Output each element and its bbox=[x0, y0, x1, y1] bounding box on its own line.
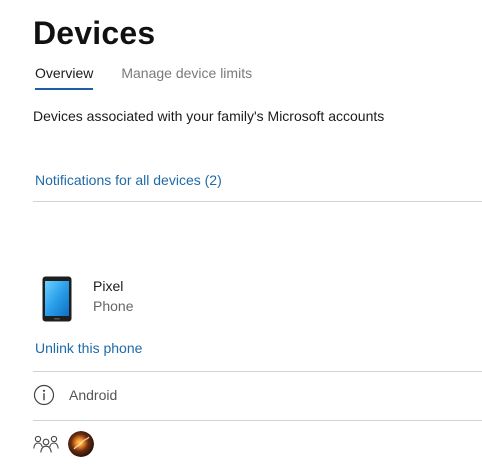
notifications-link[interactable]: Notifications for all devices (2) bbox=[35, 171, 222, 189]
info-icon bbox=[33, 384, 55, 406]
page-description: Devices associated with your family's Mi… bbox=[33, 108, 385, 124]
avatar[interactable] bbox=[68, 431, 94, 457]
divider bbox=[33, 201, 482, 202]
device-os: Android bbox=[69, 387, 118, 403]
phone-icon bbox=[42, 276, 72, 322]
tab-overview[interactable]: Overview bbox=[35, 64, 94, 90]
divider bbox=[33, 371, 482, 372]
page-title: Devices bbox=[33, 15, 156, 51]
tab-bar: Overview Manage device limits bbox=[35, 64, 252, 90]
device-name: Pixel bbox=[93, 278, 124, 294]
divider bbox=[33, 420, 482, 421]
device-type: Phone bbox=[93, 298, 134, 314]
people-icon bbox=[33, 435, 59, 453]
unlink-phone-link[interactable]: Unlink this phone bbox=[35, 339, 142, 357]
tab-manage-device-limits[interactable]: Manage device limits bbox=[121, 64, 252, 90]
